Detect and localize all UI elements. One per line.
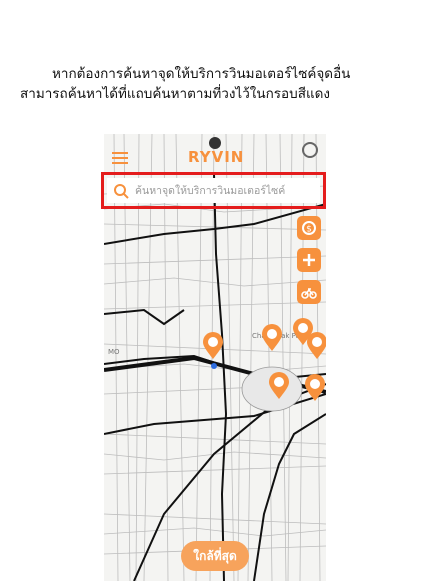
search-icon — [114, 183, 129, 199]
menu-icon[interactable] — [112, 152, 128, 164]
map-pin-icon[interactable] — [261, 324, 283, 352]
map-road-label: MO — [108, 348, 120, 356]
nearest-button[interactable]: ใกล้ที่สุด — [181, 541, 249, 571]
highlight-frame: ค้นหาจุดให้บริการวินมอเตอร์ไซค์ — [101, 172, 326, 209]
map-pin-icon[interactable] — [268, 372, 290, 400]
locate-icon[interactable] — [302, 142, 318, 158]
plus-icon[interactable] — [297, 248, 321, 272]
app-header: RYVIN — [104, 134, 326, 168]
svg-text:$: $ — [306, 225, 312, 235]
brand-logo: RYVIN — [188, 148, 245, 166]
instruction-line-2: สามารถค้นหาได้ที่แถบค้นหาตามที่วงไว้ในกร… — [20, 86, 331, 102]
motorbike-icon[interactable] — [297, 280, 321, 304]
coin-icon[interactable]: $ — [297, 216, 321, 240]
map-pin-icon[interactable] — [304, 374, 326, 402]
search-bar[interactable]: ค้นหาจุดให้บริการวินมอเตอร์ไซค์ — [107, 178, 320, 203]
search-input[interactable]: ค้นหาจุดให้บริการวินมอเตอร์ไซค์ — [135, 182, 285, 199]
instruction-line-1: หากต้องการค้นหาจุดให้บริการวินมอเตอร์ไซค… — [52, 66, 351, 82]
instruction-text: หากต้องการค้นหาจุดให้บริการวินมอเตอร์ไซค… — [0, 64, 432, 104]
map-pin-icon[interactable] — [202, 332, 224, 360]
map-pin-icon[interactable] — [306, 332, 326, 360]
